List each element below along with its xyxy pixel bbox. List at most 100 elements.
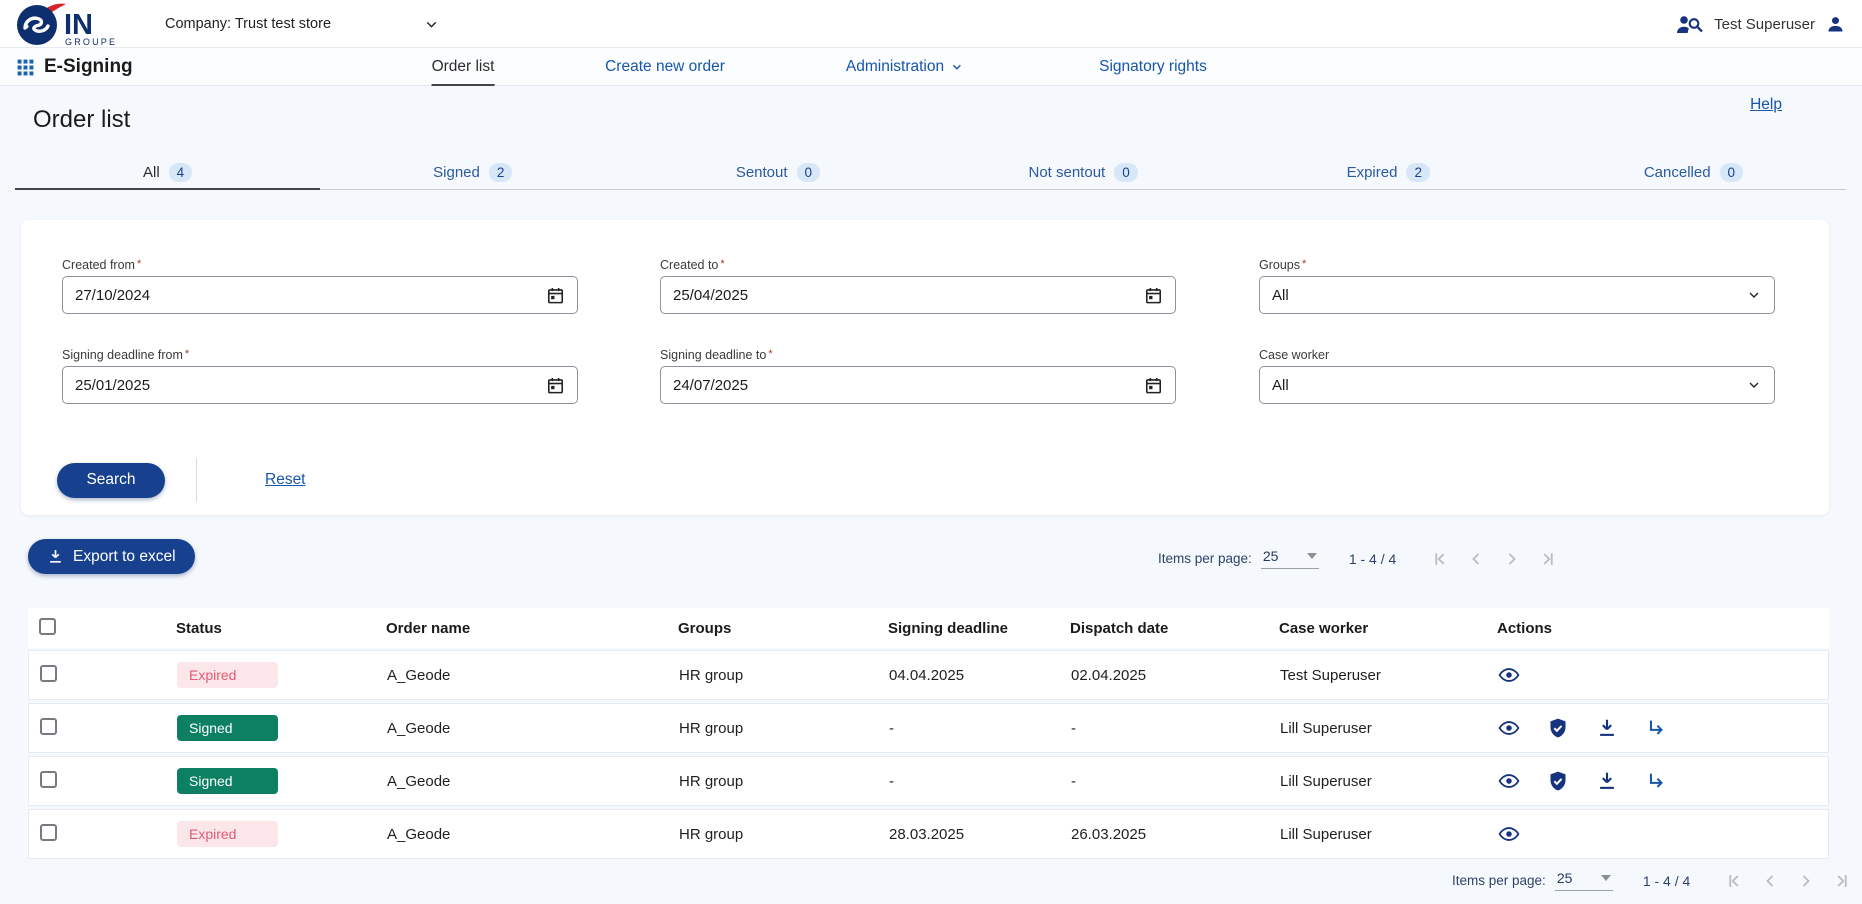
tab-all[interactable]: All 4 xyxy=(15,156,320,190)
nav-create-order-label: Create new order xyxy=(605,58,725,76)
tab-cancelled[interactable]: Cancelled 0 xyxy=(1541,156,1846,189)
eye-icon xyxy=(1498,823,1520,845)
search-button[interactable]: Search xyxy=(57,463,165,498)
order-name-cell: A_Geode xyxy=(387,773,679,790)
row-checkbox[interactable] xyxy=(40,824,57,841)
verify-signature-button[interactable] xyxy=(1547,770,1569,792)
view-order-button[interactable] xyxy=(1498,664,1520,686)
deadline-to-value: 24/07/2025 xyxy=(673,377,748,394)
download-document-button[interactable] xyxy=(1596,770,1618,792)
pagination-top: Items per page: 25 1 - 4 / 4 xyxy=(1158,548,1558,569)
status-badge: Signed xyxy=(177,715,278,741)
tab-not-sentout[interactable]: Not sentout 0 xyxy=(931,156,1236,189)
groups-value: All xyxy=(1272,287,1289,304)
eye-icon xyxy=(1498,717,1520,739)
export-to-excel-button[interactable]: Export to excel xyxy=(28,539,195,574)
calendar-icon[interactable] xyxy=(1144,376,1163,395)
caret-down-icon xyxy=(1601,875,1611,881)
export-button-label: Export to excel xyxy=(73,548,176,566)
nav-administration-label: Administration xyxy=(846,58,944,76)
view-order-button[interactable] xyxy=(1498,717,1520,739)
dispatch-date-cell: - xyxy=(1071,773,1280,790)
apps-grid-icon[interactable] xyxy=(16,58,35,77)
user-account-icon[interactable] xyxy=(1825,14,1846,35)
previous-page-button[interactable] xyxy=(1760,871,1780,891)
first-page-button[interactable] xyxy=(1430,549,1450,569)
in-groupe-logo-graphic: IN GROUPE xyxy=(14,1,134,47)
download-icon xyxy=(1596,770,1618,792)
nav-item-administration[interactable]: Administration xyxy=(846,48,964,86)
case-worker-select[interactable]: All xyxy=(1259,366,1775,404)
items-per-page-select[interactable]: 25 xyxy=(1555,870,1613,891)
table-header-row: Status Order name Groups Signing deadlin… xyxy=(28,608,1829,648)
subdirectory-arrow-right-icon xyxy=(1645,770,1667,792)
table-row: Signed A_Geode HR group - - Lill Superus… xyxy=(28,756,1829,806)
app-bar: E-Signing Order list Create new order Ad… xyxy=(0,48,1862,86)
view-order-button[interactable] xyxy=(1498,770,1520,792)
tab-signed-count: 2 xyxy=(489,163,513,182)
shield-check-icon xyxy=(1547,717,1569,739)
company-select-value: Company: Trust test store xyxy=(165,16,331,32)
groups-select[interactable]: All xyxy=(1259,276,1775,314)
row-checkbox[interactable] xyxy=(40,718,57,735)
download-document-button[interactable] xyxy=(1596,717,1618,739)
header-groups: Groups xyxy=(678,620,888,637)
dispatch-date-cell: - xyxy=(1071,720,1280,737)
view-order-button[interactable] xyxy=(1498,823,1520,845)
next-page-button[interactable] xyxy=(1796,871,1816,891)
logo-text-groupe: GROUPE xyxy=(65,37,117,47)
created-to-input[interactable]: 25/04/2025 xyxy=(660,276,1176,314)
forward-order-button[interactable] xyxy=(1645,717,1667,739)
field-case-worker: Case worker All xyxy=(1259,348,1775,404)
order-name-cell: A_Geode xyxy=(387,720,679,737)
signing-deadline-cell: - xyxy=(889,720,1071,737)
verify-signature-button[interactable] xyxy=(1547,717,1569,739)
deadline-to-input[interactable]: 24/07/2025 xyxy=(660,366,1176,404)
eye-icon xyxy=(1498,770,1520,792)
reset-link[interactable]: Reset xyxy=(265,471,306,489)
first-page-button[interactable] xyxy=(1724,871,1744,891)
nav-item-order-list[interactable]: Order list xyxy=(432,48,495,86)
tab-sentout[interactable]: Sentout 0 xyxy=(625,156,930,189)
calendar-icon[interactable] xyxy=(546,286,565,305)
tab-not-sentout-label: Not sentout xyxy=(1028,164,1105,181)
table-row: Expired A_Geode HR group 28.03.2025 26.0… xyxy=(28,809,1829,859)
table-row: Expired A_Geode HR group 04.04.2025 02.0… xyxy=(28,650,1829,700)
created-from-input[interactable]: 27/10/2024 xyxy=(62,276,578,314)
row-checkbox[interactable] xyxy=(40,665,57,682)
tab-signed[interactable]: Signed 2 xyxy=(320,156,625,189)
nav-item-create-new-order[interactable]: Create new order xyxy=(605,48,725,86)
items-per-page-value: 25 xyxy=(1263,548,1279,564)
next-page-button[interactable] xyxy=(1502,549,1522,569)
items-per-page-select[interactable]: 25 xyxy=(1261,548,1319,569)
previous-page-button[interactable] xyxy=(1466,549,1486,569)
filter-panel: Created from* 27/10/2024 Created to* 25/… xyxy=(21,220,1829,515)
pagination-bottom: Items per page: 25 1 - 4 / 4 xyxy=(1452,870,1852,891)
nav-item-signatory-rights[interactable]: Signatory rights xyxy=(1099,48,1207,86)
row-checkbox[interactable] xyxy=(40,771,57,788)
case-worker-cell: Lill Superuser xyxy=(1280,720,1498,737)
calendar-icon[interactable] xyxy=(1144,286,1163,305)
select-all-checkbox[interactable] xyxy=(39,618,56,635)
tab-expired[interactable]: Expired 2 xyxy=(1236,156,1541,189)
field-created-from: Created from* 27/10/2024 xyxy=(62,258,578,314)
case-worker-label: Case worker xyxy=(1259,348,1329,362)
deadline-from-input[interactable]: 25/01/2025 xyxy=(62,366,578,404)
field-created-to: Created to* 25/04/2025 xyxy=(660,258,1176,314)
items-per-page-label: Items per page: xyxy=(1452,873,1546,888)
user-search-icon[interactable] xyxy=(1675,14,1704,35)
nav-signatory-label: Signatory rights xyxy=(1099,58,1207,76)
groups-cell: HR group xyxy=(679,826,889,843)
deadline-from-label: Signing deadline from xyxy=(62,348,183,362)
last-page-button[interactable] xyxy=(1832,871,1852,891)
created-to-label: Created to xyxy=(660,258,718,272)
tab-sentout-label: Sentout xyxy=(736,164,788,181)
shield-check-icon xyxy=(1547,770,1569,792)
calendar-icon[interactable] xyxy=(546,376,565,395)
last-page-button[interactable] xyxy=(1538,549,1558,569)
help-link[interactable]: Help xyxy=(1750,96,1782,114)
case-worker-cell: Lill Superuser xyxy=(1280,826,1498,843)
order-name-cell: A_Geode xyxy=(387,826,679,843)
forward-order-button[interactable] xyxy=(1645,770,1667,792)
company-select[interactable]: Company: Trust test store xyxy=(165,0,440,48)
